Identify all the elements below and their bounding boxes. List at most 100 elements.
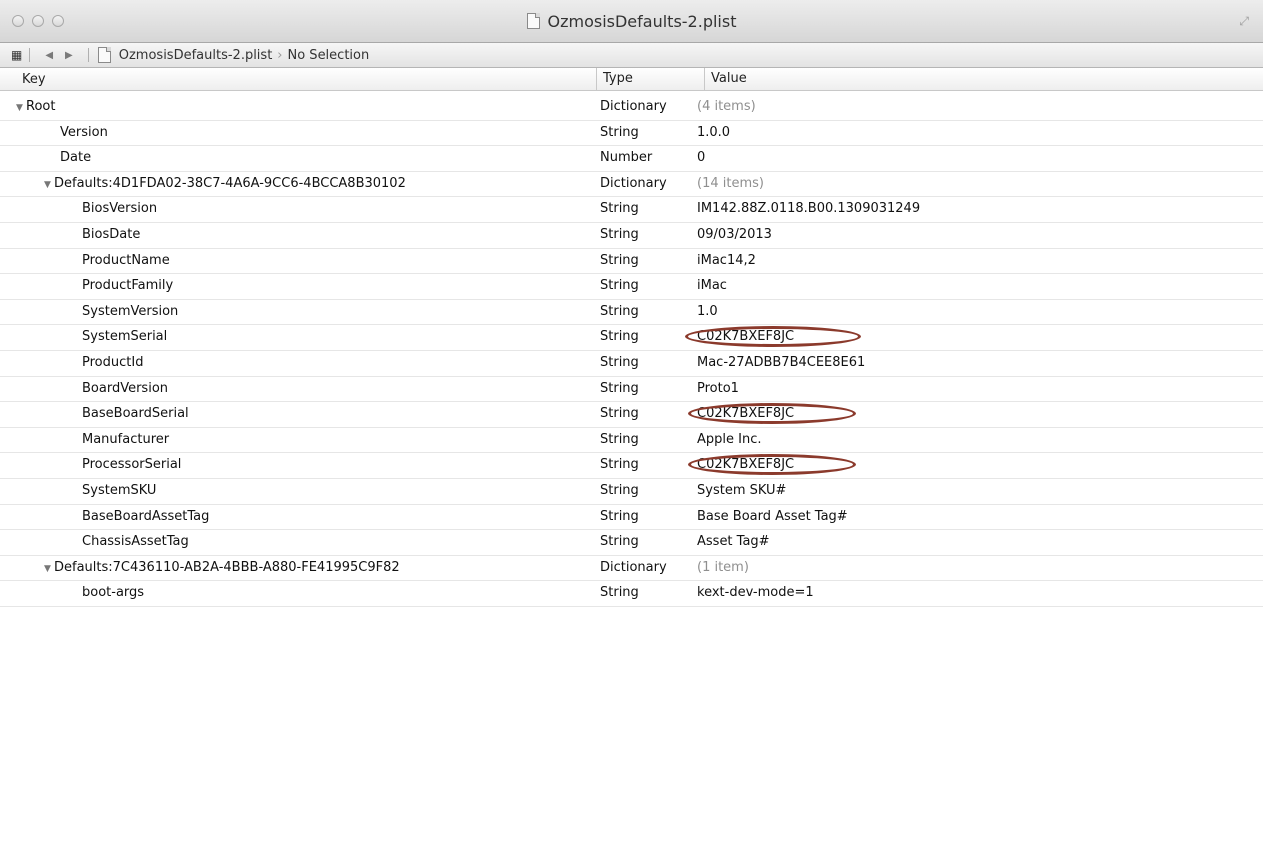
row-value[interactable]: System SKU# (697, 479, 786, 503)
row-type[interactable]: String (600, 300, 639, 324)
table-row[interactable]: BiosDate String 09/03/2013 (0, 223, 1263, 249)
column-key-header[interactable]: Key (22, 72, 46, 87)
row-key[interactable]: BaseBoardAssetTag (82, 505, 209, 529)
row-type[interactable]: String (600, 581, 639, 605)
row-key[interactable]: SystemSKU (82, 479, 156, 503)
row-key-text: Root (26, 99, 56, 114)
table-row[interactable]: Manufacturer String Apple Inc. (0, 428, 1263, 454)
row-key[interactable]: Manufacturer (82, 428, 169, 452)
row-value[interactable]: Base Board Asset Tag# (697, 505, 848, 529)
row-key[interactable]: ChassisAssetTag (82, 530, 189, 554)
row-key[interactable]: Version (60, 121, 108, 145)
row-type[interactable]: String (600, 325, 639, 349)
breadcrumb-selection[interactable]: No Selection (288, 48, 370, 63)
row-key[interactable]: BoardVersion (82, 377, 168, 401)
window-title-text: OzmosisDefaults-2.plist (547, 12, 737, 31)
row-value[interactable]: 09/03/2013 (697, 223, 772, 247)
table-row[interactable]: BiosVersion String IM142.88Z.0118.B00.1309… (0, 197, 1263, 223)
fullscreen-icon[interactable]: ⤢ (1239, 14, 1249, 29)
row-value[interactable]: 0 (697, 146, 705, 170)
table-row[interactable]: SystemSerial String C02K7BXEF8JC (0, 325, 1263, 351)
row-value[interactable]: (4 items) (697, 95, 756, 119)
row-value[interactable]: (14 items) (697, 172, 764, 196)
row-value[interactable]: Proto1 (697, 377, 739, 401)
row-type[interactable]: String (600, 453, 639, 477)
disclosure-triangle-icon[interactable]: ▼ (44, 173, 54, 197)
table-row[interactable]: BoardVersion String Proto1 (0, 377, 1263, 403)
row-key-text: ProductId (82, 354, 144, 370)
row-type[interactable]: Dictionary (600, 95, 667, 119)
row-key[interactable]: ProductId (82, 351, 143, 375)
row-type[interactable]: String (600, 223, 639, 247)
table-row[interactable]: ProcessorSerial String C02K7BXEF8JC (0, 453, 1263, 479)
table-row[interactable]: ▼ Defaults:4D1FDA02-38C7-4A6A-9CC6-4BCCA8… (0, 172, 1263, 198)
row-key[interactable]: ▼ Root (16, 95, 55, 120)
row-value[interactable]: iMac (697, 274, 727, 298)
table-row[interactable]: ProductName String iMac14,2 (0, 249, 1263, 275)
row-key[interactable]: BiosDate (82, 223, 140, 247)
row-key[interactable]: ProductName (82, 249, 170, 273)
forward-arrow-icon[interactable]: ▶ (59, 50, 79, 61)
jump-bar: ▦ ◀ ▶ OzmosisDefaults-2.plist › No Selec… (0, 43, 1263, 68)
row-key[interactable]: ▼ Defaults:7C436110-AB2A-4BBB-A880-FE4199… (44, 556, 400, 581)
row-type[interactable]: String (600, 505, 639, 529)
back-arrow-icon[interactable]: ◀ (39, 50, 59, 61)
table-row[interactable]: ProductFamily String iMac (0, 274, 1263, 300)
row-type[interactable]: String (600, 249, 639, 273)
row-value[interactable]: kext-dev-mode=1 (697, 581, 814, 605)
row-value[interactable]: (1 item) (697, 556, 749, 580)
row-type[interactable]: Dictionary (600, 172, 667, 196)
table-row[interactable]: boot-args String kext-dev-mode=1 (0, 581, 1263, 607)
table-row[interactable]: ProductId String Mac-27ADBB7B4CEE8E61 (0, 351, 1263, 377)
row-type[interactable]: Dictionary (600, 556, 667, 580)
row-type[interactable]: String (600, 274, 639, 298)
row-value[interactable]: IM142.88Z.0118.B00.1309031249 (697, 197, 920, 221)
row-key-text: Version (60, 124, 108, 140)
row-type[interactable]: String (600, 479, 639, 503)
breadcrumb-file[interactable]: OzmosisDefaults-2.plist (119, 48, 273, 63)
row-value[interactable]: 1.0 (697, 300, 718, 324)
row-value[interactable]: C02K7BXEF8JC (697, 402, 794, 426)
row-key-text: BiosVersion (82, 201, 158, 217)
row-key[interactable]: SystemSerial (82, 325, 167, 349)
row-value[interactable]: C02K7BXEF8JC (697, 325, 794, 349)
table-row[interactable]: ▼ Defaults:7C436110-AB2A-4BBB-A880-FE4199… (0, 556, 1263, 582)
row-key[interactable]: BiosVersion (82, 197, 157, 221)
row-type[interactable]: String (600, 351, 639, 375)
row-value[interactable]: Asset Tag# (697, 530, 770, 554)
table-row[interactable]: ▼ Root Dictionary (4 items) (0, 95, 1263, 121)
row-value[interactable]: 1.0.0 (697, 121, 730, 145)
row-type[interactable]: String (600, 121, 639, 145)
table-row[interactable]: SystemVersion String 1.0 (0, 300, 1263, 326)
row-key[interactable]: BaseBoardSerial (82, 402, 189, 426)
row-value[interactable]: C02K7BXEF8JC (697, 453, 794, 477)
table-row[interactable]: Version String 1.0.0 (0, 121, 1263, 147)
table-row[interactable]: BaseBoardAssetTag String Base Board Asset … (0, 505, 1263, 531)
row-type[interactable]: Number (600, 146, 652, 170)
disclosure-triangle-icon[interactable]: ▼ (16, 96, 26, 120)
row-value[interactable]: Apple Inc. (697, 428, 762, 452)
row-value[interactable]: Mac-27ADBB7B4CEE8E61 (697, 351, 865, 375)
related-items-icon[interactable]: ▦ (11, 48, 22, 62)
disclosure-triangle-icon[interactable]: ▼ (44, 557, 54, 581)
column-value-header[interactable]: Value (704, 68, 747, 90)
row-key-text: SystemSKU (82, 482, 157, 498)
row-value[interactable]: iMac14,2 (697, 249, 756, 273)
row-type[interactable]: String (600, 377, 639, 401)
row-key[interactable]: ProcessorSerial (82, 453, 181, 477)
table-row[interactable]: BaseBoardSerial String C02K7BXEF8JC (0, 402, 1263, 428)
row-key[interactable]: ProductFamily (82, 274, 173, 298)
row-key[interactable]: boot-args (82, 581, 144, 605)
table-row[interactable]: Date Number 0 (0, 146, 1263, 172)
column-header: Key Type Value (0, 68, 1263, 91)
row-key[interactable]: Date (60, 146, 91, 170)
row-type[interactable]: String (600, 197, 639, 221)
row-type[interactable]: String (600, 428, 639, 452)
row-key[interactable]: SystemVersion (82, 300, 178, 324)
table-row[interactable]: SystemSKU String System SKU# (0, 479, 1263, 505)
row-type[interactable]: String (600, 530, 639, 554)
table-row[interactable]: ChassisAssetTag String Asset Tag# (0, 530, 1263, 556)
row-key[interactable]: ▼ Defaults:4D1FDA02-38C7-4A6A-9CC6-4BCCA8… (44, 172, 406, 197)
column-type-header[interactable]: Type (596, 68, 633, 90)
row-type[interactable]: String (600, 402, 639, 426)
